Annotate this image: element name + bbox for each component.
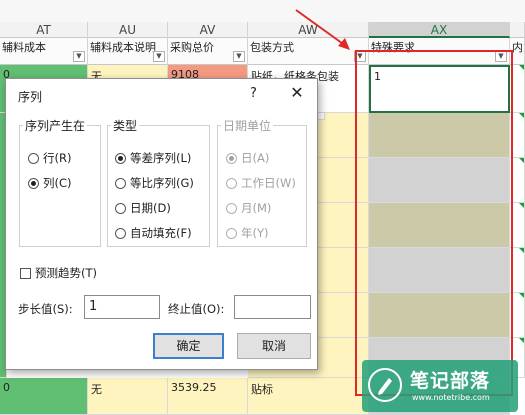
- radio-label: 等差序列(L): [130, 151, 192, 165]
- annotation-arrow-icon: [295, 9, 350, 50]
- radio-unchecked-icon: [115, 178, 126, 189]
- radio-label: 日期(D): [130, 201, 171, 215]
- field-header-cell[interactable]: 辅料成本说明 ▼: [88, 38, 168, 65]
- table-cell[interactable]: 3539.25: [168, 378, 248, 415]
- field-header-label: 辅料成本: [2, 41, 46, 54]
- trend-label: 预测趋势(T): [35, 266, 97, 280]
- radio-month: 月(M): [226, 200, 271, 216]
- radio-linear[interactable]: 等差序列(L): [115, 150, 191, 166]
- radio-checked-icon: [115, 153, 126, 164]
- type-legend: 类型: [113, 119, 138, 133]
- watermark-title: 笔记部落: [410, 370, 491, 392]
- filter-dropdown-icon[interactable]: ▼: [73, 51, 85, 62]
- radio-date[interactable]: 日期(D): [115, 200, 171, 216]
- filter-dropdown-icon[interactable]: ▼: [233, 51, 245, 62]
- table-cell[interactable]: 贴标: [248, 378, 369, 415]
- close-button[interactable]: ✕: [286, 83, 308, 103]
- ribbon-strip: [0, 0, 525, 23]
- column-header-next[interactable]: [510, 22, 525, 38]
- radio-checked-icon: [226, 153, 237, 164]
- dialog-title: 序列: [18, 90, 43, 104]
- radio-growth[interactable]: 等比序列(G): [115, 175, 194, 191]
- table-cell: [318, 113, 325, 120]
- radio-unchecked-icon: [115, 228, 126, 239]
- date-unit-legend: 日期单位: [223, 119, 272, 133]
- radio-label: 工作日(W): [241, 176, 296, 190]
- radio-label: 自动填充(F): [130, 226, 192, 240]
- checkbox-unchecked-icon: [20, 268, 31, 279]
- radio-unchecked-icon: [115, 203, 126, 214]
- radio-label: 月(M): [241, 201, 272, 215]
- field-header-label: 包装方式: [250, 41, 294, 54]
- column-header-av[interactable]: AV: [168, 22, 248, 38]
- radio-day: 日(A): [226, 150, 269, 166]
- annotation-highlight-box: [355, 50, 513, 396]
- stop-label: 终止值(O):: [168, 302, 225, 316]
- stop-input[interactable]: [234, 295, 311, 319]
- cancel-button[interactable]: 取消: [237, 333, 311, 359]
- trend-checkbox[interactable]: 预测趋势(T): [20, 265, 97, 281]
- watermark: 笔记部落 www.notetribe.com: [362, 360, 518, 412]
- radio-unchecked-icon: [28, 153, 39, 164]
- radio-unchecked-icon: [226, 228, 237, 239]
- radio-checked-icon: [28, 178, 39, 189]
- radio-label: 列(C): [43, 176, 72, 190]
- column-header-ax[interactable]: AX: [369, 22, 510, 38]
- radio-label: 日(A): [241, 151, 270, 165]
- field-header-cell[interactable]: 采购总价 ▼: [168, 38, 248, 65]
- radio-columns[interactable]: 列(C): [28, 175, 72, 191]
- radio-unchecked-icon: [226, 203, 237, 214]
- radio-weekday: 工作日(W): [226, 175, 296, 191]
- filter-dropdown-icon[interactable]: ▼: [153, 51, 165, 62]
- radio-label: 行(R): [43, 151, 72, 165]
- radio-rows[interactable]: 行(R): [28, 150, 71, 166]
- field-header-label: 内方: [512, 41, 524, 54]
- column-header-at[interactable]: AT: [0, 22, 88, 38]
- radio-autofill[interactable]: 自动填充(F): [115, 225, 192, 241]
- step-input[interactable]: 1: [84, 295, 160, 319]
- table-cell[interactable]: 0: [0, 378, 88, 415]
- field-header-cell[interactable]: 辅料成本 ▼: [0, 38, 88, 65]
- watermark-url: www.notetribe.com: [412, 393, 490, 402]
- radio-unchecked-icon: [226, 178, 237, 189]
- radio-label: 等比序列(G): [130, 176, 194, 190]
- column-header-au[interactable]: AU: [88, 22, 168, 38]
- table-cell[interactable]: 无: [88, 378, 168, 415]
- series-in-legend: 序列产生在: [25, 119, 86, 133]
- step-label: 步长值(S):: [18, 302, 73, 316]
- ok-button[interactable]: 确定: [153, 333, 224, 359]
- field-header-label: 采购总价: [170, 41, 214, 54]
- radio-label: 年(Y): [241, 226, 269, 240]
- radio-year: 年(Y): [226, 225, 269, 241]
- field-header-label: 辅料成本说明: [90, 41, 156, 54]
- help-button[interactable]: ?: [250, 86, 257, 101]
- pen-logo-icon: [368, 368, 402, 402]
- series-dialog: 序列 ? ✕ 序列产生在 行(R) 列(C) 类型 等差序列(L) 等比序列(G…: [5, 78, 318, 370]
